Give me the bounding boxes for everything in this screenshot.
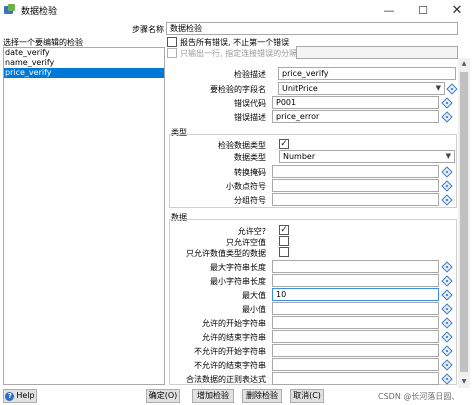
min-length-label: 最小字符串长度	[210, 277, 266, 286]
close-button[interactable]: ✕	[440, 0, 474, 20]
list-item[interactable]: name_verify	[4, 58, 164, 68]
report-all-checkbox[interactable]	[167, 37, 177, 47]
separator-input[interactable]	[296, 46, 458, 59]
allowed-end-label: 允许的结束字符串	[202, 333, 266, 342]
watermark: CSDN @长河落日圆、	[378, 392, 460, 401]
error-code-label: 错误代码	[234, 99, 266, 108]
grouping-symbol-input[interactable]	[272, 193, 439, 206]
ok-button[interactable]: 确定(O)	[146, 389, 180, 403]
add-verify-button[interactable]: 增加检验	[192, 389, 234, 403]
disallowed-end-input[interactable]	[272, 358, 439, 371]
data-type-label: 数据类型	[234, 153, 266, 162]
minimize-button[interactable]: —	[372, 0, 406, 20]
max-value-input[interactable]: 10	[272, 288, 439, 301]
variable-diamond-icon[interactable]	[446, 83, 458, 95]
grouping-symbol-label: 分组符号	[234, 196, 266, 205]
chevron-down-icon: ▼	[435, 84, 441, 92]
cancel-button[interactable]: 取消(C)	[290, 389, 324, 403]
scroll-up-icon[interactable]: ▲	[458, 58, 470, 70]
title-bar: 数据检验 — ☐ ✕	[0, 0, 474, 20]
error-desc-input[interactable]: price_error	[272, 110, 439, 123]
scrollbar-thumb[interactable]	[460, 72, 468, 372]
output-one-row-checkbox[interactable]	[167, 48, 177, 58]
description-label: 检验描述	[234, 70, 266, 79]
field-name-value: UnitPrice	[282, 84, 318, 93]
output-one-row-label: 只输出一行, 指定连接错误的分隔符:	[180, 49, 308, 58]
disallowed-end-label: 不允许的结束字符串	[194, 361, 266, 370]
conversion-mask-label: 转换掩码	[234, 168, 266, 177]
only-numeric-label: 只允许数值类型的数据	[186, 249, 266, 258]
help-button[interactable]: ? Help	[3, 389, 37, 403]
vertical-scrollbar[interactable]: ▲ ▼	[458, 58, 470, 388]
error-desc-label: 错误描述	[234, 113, 266, 122]
min-length-input[interactable]	[272, 274, 439, 287]
allowed-start-input[interactable]	[272, 316, 439, 329]
check-type-label: 检验数据类型	[218, 141, 266, 150]
field-name-select[interactable]: UnitPrice ▼	[278, 82, 445, 95]
variable-diamond-icon[interactable]	[441, 111, 453, 123]
regex-input[interactable]	[272, 372, 439, 385]
report-all-label: 报告所有错误, 不止第一个错误	[180, 38, 290, 47]
allow-null-label: 允许空?	[237, 227, 266, 236]
check-type-checkbox[interactable]: ✓	[279, 139, 289, 149]
error-code-input[interactable]: P001	[272, 96, 439, 109]
min-value-label: 最小值	[242, 305, 266, 314]
only-null-checkbox[interactable]	[279, 236, 289, 246]
regex-label: 合法数据的正则表达式	[186, 375, 266, 384]
chevron-down-icon: ▼	[445, 152, 451, 160]
help-icon: ?	[5, 391, 15, 401]
min-value-input[interactable]	[272, 302, 439, 315]
max-length-input[interactable]	[272, 260, 439, 273]
verify-list: date_verify name_verify price_verify	[3, 47, 165, 385]
step-name-input[interactable]: 数据检验	[166, 22, 458, 35]
field-name-label: 要检验的字段名	[210, 85, 266, 94]
variable-diamond-icon[interactable]	[441, 97, 453, 109]
decimal-symbol-label: 小数点符号	[226, 182, 266, 191]
app-icon	[4, 4, 16, 16]
delete-verify-button[interactable]: 删除检验	[242, 389, 282, 403]
max-length-label: 最大字符串长度	[210, 263, 266, 272]
help-label: Help	[16, 391, 35, 400]
disallowed-start-label: 不允许的开始字符串	[194, 347, 266, 356]
window-controls: — ☐ ✕	[372, 0, 474, 20]
step-name-label: 步骤名称	[132, 25, 164, 34]
description-input[interactable]: price_verify	[278, 67, 456, 80]
decimal-symbol-input[interactable]	[272, 179, 439, 192]
conversion-mask-input[interactable]	[272, 165, 439, 178]
data-type-value: Number	[283, 152, 316, 161]
max-value-label: 最大值	[242, 291, 266, 300]
data-type-select[interactable]: Number ▼	[279, 150, 455, 163]
list-item[interactable]: date_verify	[4, 48, 164, 58]
window-title: 数据检验	[21, 6, 58, 17]
maximize-button[interactable]: ☐	[406, 0, 440, 20]
allow-null-checkbox[interactable]: ✓	[279, 225, 289, 235]
disallowed-start-input[interactable]	[272, 344, 439, 357]
list-item-selected[interactable]: price_verify	[4, 68, 164, 78]
only-numeric-checkbox[interactable]	[279, 247, 289, 257]
allowed-end-input[interactable]	[272, 330, 439, 343]
scroll-down-icon[interactable]: ▼	[458, 376, 470, 388]
only-null-label: 只允许空值	[226, 238, 266, 247]
allowed-start-label: 允许的开始字符串	[202, 319, 266, 328]
